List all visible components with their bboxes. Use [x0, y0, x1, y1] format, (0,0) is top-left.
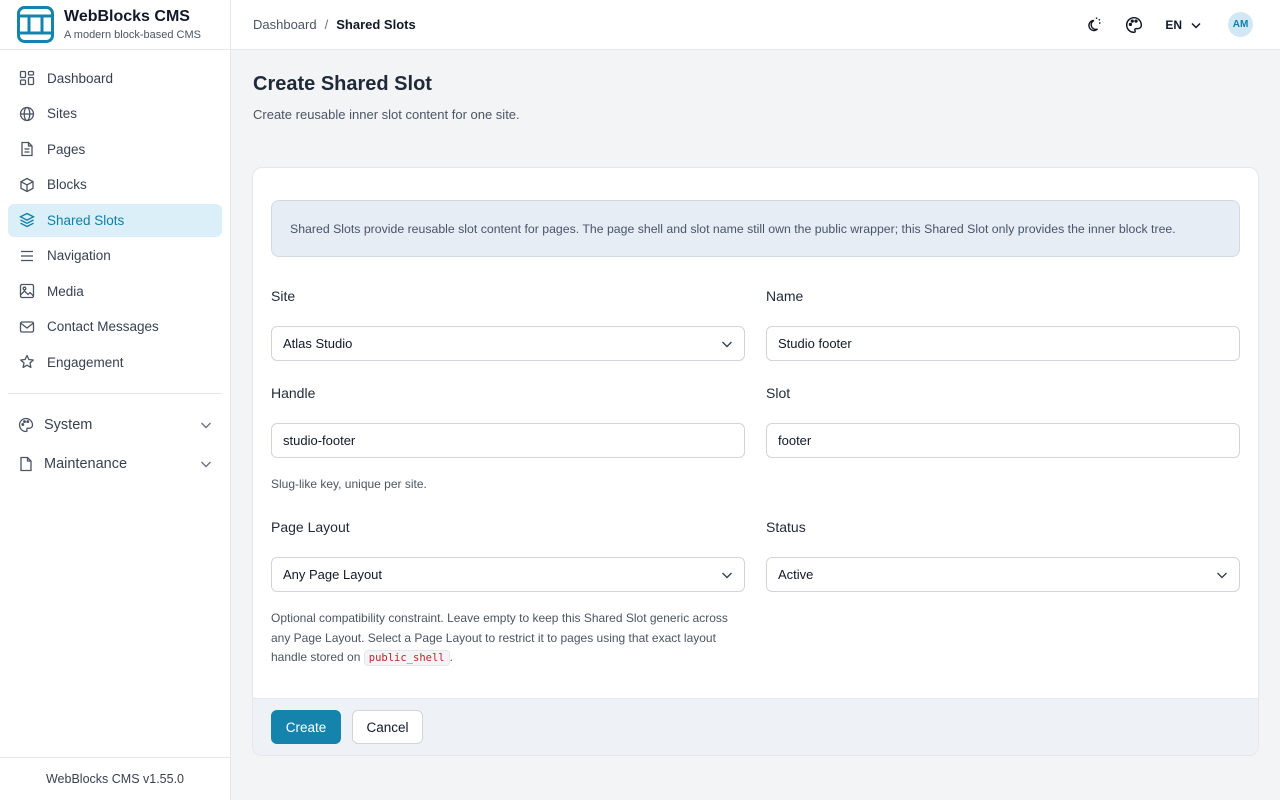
form-footer: Create Cancel: [253, 698, 1258, 755]
theme-toggle-icon[interactable]: [1084, 16, 1102, 34]
file-icon: [20, 456, 32, 472]
brand[interactable]: WebBlocks CMS A modern block-based CMS: [0, 0, 230, 50]
sidebar-item-shared-slots[interactable]: Shared Slots: [8, 203, 222, 237]
sidebar-item-blocks[interactable]: Blocks: [8, 168, 222, 201]
sidebar-item-dashboard[interactable]: Dashboard: [8, 62, 222, 95]
create-button[interactable]: Create: [271, 710, 341, 744]
chevron-down-icon: [1191, 22, 1201, 29]
chevron-down-icon: [201, 461, 211, 468]
name-input[interactable]: Studio footer: [766, 326, 1240, 361]
form-card: Shared Slots provide reusable slot conte…: [252, 167, 1259, 756]
page-layout-help-text: Optional compatibility constraint. Leave…: [271, 611, 728, 664]
info-notice: Shared Slots provide reusable slot conte…: [271, 200, 1240, 257]
sidebar-item-contact-messages[interactable]: Contact Messages: [8, 310, 222, 343]
layers-icon: [19, 212, 35, 228]
site-value: Atlas Studio: [283, 336, 353, 351]
sidebar-item-label: Dashboard: [47, 70, 114, 86]
language-code: EN: [1165, 17, 1182, 32]
star-icon: [20, 354, 34, 369]
avatar[interactable]: AM: [1228, 12, 1253, 37]
site-label: Site: [271, 288, 296, 304]
status-label: Status: [766, 519, 806, 535]
brand-subtitle: A modern block-based CMS: [64, 29, 201, 41]
chevron-down-icon: [722, 572, 732, 579]
page-title: Create Shared Slot: [253, 73, 432, 95]
cancel-button[interactable]: Cancel: [352, 710, 423, 744]
sidebar-item-label: Pages: [47, 141, 86, 157]
breadcrumb-separator: /: [324, 17, 329, 32]
slot-label: Slot: [766, 385, 791, 401]
sidebar-item-label: Media: [47, 283, 84, 299]
sidebar-item-label: Navigation: [47, 248, 111, 263]
sidebar-divider: [8, 392, 222, 394]
page-layout-select[interactable]: Any Page Layout: [271, 557, 745, 592]
page-layout-help: Optional compatibility constraint. Leave…: [271, 609, 741, 669]
status-select[interactable]: Active: [766, 557, 1240, 592]
handle-label: Handle: [271, 385, 316, 401]
sidebar-item-label: Blocks: [47, 177, 87, 192]
page-layout-label: Page Layout: [271, 519, 350, 535]
sidebar-item-engagement[interactable]: Engagement: [8, 346, 222, 379]
handle-value: studio-footer: [283, 433, 356, 448]
sidebar-group-maintenance[interactable]: Maintenance: [8, 448, 222, 481]
palette-icon[interactable]: [1125, 16, 1143, 34]
sidebar-item-navigation[interactable]: Navigation: [8, 239, 222, 272]
sidebar-item-label: Contact Messages: [47, 319, 159, 334]
sidebar-group-label: System: [44, 417, 93, 433]
document-icon: [21, 141, 33, 157]
breadcrumb-current: Shared Slots: [336, 17, 416, 32]
main-content: Create Shared Slot Create reusable inner…: [231, 50, 1280, 800]
sidebar-item-pages[interactable]: Pages: [8, 133, 222, 166]
breadcrumb-dashboard[interactable]: Dashboard: [253, 17, 317, 32]
cube-icon: [20, 177, 34, 192]
handle-help: Slug-like key, unique per site.: [271, 477, 427, 491]
globe-icon: [19, 106, 35, 121]
status-value: Active: [778, 567, 814, 582]
sidebar-item-label: Sites: [47, 106, 78, 121]
chevron-down-icon: [1217, 572, 1227, 579]
palette-icon: [18, 417, 34, 433]
topbar: Dashboard / Shared Slots EN AM: [231, 0, 1280, 50]
name-value: Studio footer: [778, 336, 852, 351]
name-label: Name: [766, 288, 804, 304]
image-icon: [19, 283, 35, 299]
handle-input[interactable]: studio-footer: [271, 423, 745, 458]
sidebar: WebBlocks CMS A modern block-based CMS D…: [0, 0, 231, 800]
slot-value: footer: [778, 433, 812, 448]
menu-icon: [21, 250, 33, 261]
site-select[interactable]: Atlas Studio: [271, 326, 745, 361]
sidebar-item-label: Shared Slots: [47, 212, 125, 228]
mail-icon: [19, 320, 35, 333]
chevron-down-icon: [722, 341, 732, 348]
page-layout-help-end: .: [449, 650, 453, 664]
sidebar-item-sites[interactable]: Sites: [8, 97, 222, 130]
sidebar-group-system[interactable]: System: [8, 409, 222, 442]
topbar-actions: EN AM: [1061, 12, 1253, 37]
page-layout-value: Any Page Layout: [283, 567, 383, 582]
language-selector[interactable]: EN: [1165, 18, 1202, 32]
layout-handle-code: public_shell: [363, 650, 450, 666]
app-version: WebBlocks CMS v1.55.0: [0, 757, 230, 800]
brand-title: WebBlocks CMS: [64, 8, 190, 25]
sidebar-nav: Dashboard Sites Pages Blocks Shared Slot…: [0, 50, 230, 481]
dashboard-icon: [19, 70, 35, 86]
sidebar-item-media[interactable]: Media: [8, 275, 222, 308]
sidebar-group-label: Maintenance: [44, 456, 128, 472]
slot-input[interactable]: footer: [766, 423, 1240, 458]
chevron-down-icon: [201, 422, 211, 429]
page-subtitle: Create reusable inner slot content for o…: [253, 107, 520, 122]
sidebar-item-label: Engagement: [47, 354, 124, 370]
logo-icon: [17, 6, 54, 43]
